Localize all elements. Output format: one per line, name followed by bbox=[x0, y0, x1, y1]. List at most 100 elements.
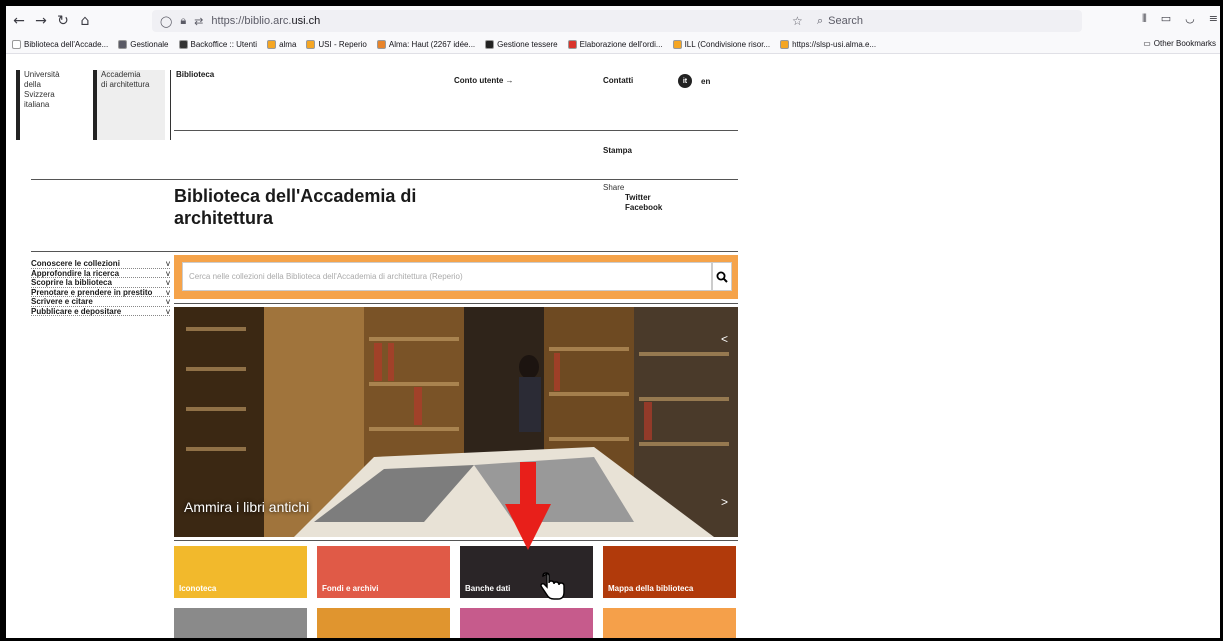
menu-icon[interactable]: ≡ bbox=[1209, 12, 1218, 26]
folder-icon: ▭ bbox=[1143, 39, 1151, 48]
bookmark-label: Alma: Haut (2267 idée... bbox=[388, 40, 476, 49]
side-menu-label: Prenotare e prendere in prestito bbox=[31, 287, 153, 297]
side-menu-label: Pubblicare e depositare bbox=[31, 306, 122, 316]
bookmark-item[interactable]: USI - Reperio bbox=[306, 40, 367, 49]
carousel-prev-button[interactable]: < bbox=[721, 332, 728, 346]
toolbar-right-icons: ⫴ ▭ ◡ ≡ bbox=[1142, 12, 1220, 26]
hand-cursor-icon bbox=[540, 572, 565, 600]
browser-search-field[interactable]: ⌕ Search bbox=[817, 10, 1075, 32]
red-arrow-annotation bbox=[505, 462, 551, 550]
browser-toolbar: ← → ↻ ⌂ ◯ 🔒︎ ⇄ https://biblio.arc.usi.ch… bbox=[6, 6, 1220, 36]
chevron-down-icon: v bbox=[166, 268, 170, 278]
bookmark-label: Elaborazione dell'ordi... bbox=[579, 40, 663, 49]
tile-label: Iconoteca bbox=[179, 584, 217, 593]
tile-0[interactable]: Iconoteca bbox=[174, 546, 307, 598]
account-link[interactable]: Conto utente → bbox=[454, 76, 514, 85]
bookmark-item[interactable]: Gestione tessere bbox=[485, 40, 558, 49]
library-icon[interactable]: ⫴ bbox=[1142, 12, 1147, 26]
share-box: Share Twitter Facebook bbox=[603, 183, 662, 213]
side-menu-label: Scrivere e citare bbox=[31, 297, 93, 306]
bookmark-item[interactable]: Alma: Haut (2267 idée... bbox=[376, 40, 476, 49]
print-link[interactable]: Stampa bbox=[603, 146, 632, 155]
university-logo[interactable]: Università della Svizzera italiana bbox=[16, 70, 81, 140]
web-page: Università della Svizzera italiana Accademi… bbox=[6, 55, 1220, 638]
forward-icon[interactable]: → bbox=[30, 10, 52, 32]
bookmark-label: ILL (Condivisione risor... bbox=[684, 40, 771, 49]
twitter-link[interactable]: Twitter bbox=[625, 193, 662, 203]
tile-row2-2[interactable] bbox=[460, 608, 593, 638]
side-menu-item[interactable]: Scoprire la biblioteca v bbox=[31, 278, 170, 288]
side-menu: Conoscere le collezioni v Approfondire la … bbox=[31, 259, 170, 316]
bookmark-favicon-icon bbox=[12, 40, 21, 49]
tile-1[interactable]: Fondi e archivi bbox=[317, 546, 450, 598]
bookmark-item[interactable]: alma bbox=[267, 40, 296, 49]
tile-row2-3[interactable] bbox=[603, 608, 736, 638]
bookmark-item[interactable]: Elaborazione dell'ordi... bbox=[567, 40, 663, 49]
home-icon[interactable]: ⌂ bbox=[74, 10, 96, 32]
back-icon[interactable]: ← bbox=[8, 10, 30, 32]
carousel-next-button[interactable]: > bbox=[721, 495, 728, 509]
chevron-down-icon: v bbox=[166, 297, 170, 306]
chevron-down-icon: v bbox=[166, 278, 170, 287]
tile-row2-0[interactable] bbox=[174, 608, 307, 638]
side-menu-item[interactable]: Pubblicare e depositare v bbox=[31, 306, 170, 316]
collection-search: Cerca nelle collezioni della Biblioteca … bbox=[174, 255, 738, 299]
bookmark-favicon-icon bbox=[567, 40, 577, 49]
tile-label: Mappa della biblioteca bbox=[608, 584, 694, 593]
side-menu-item[interactable]: Scrivere e citare v bbox=[31, 297, 170, 307]
pocket-icon[interactable]: ◡ bbox=[1185, 12, 1195, 26]
search-icon: ⌕ bbox=[817, 14, 824, 27]
reload-icon[interactable]: ↻ bbox=[52, 10, 74, 32]
content-divider bbox=[31, 251, 738, 252]
chevron-down-icon: v bbox=[166, 287, 170, 297]
bookmark-star-icon[interactable]: ☆ bbox=[792, 14, 803, 28]
hero-caption[interactable]: Ammira i libri antichi bbox=[184, 499, 309, 515]
page-title: Biblioteca dell'Accademia di architettur… bbox=[174, 186, 417, 228]
collection-search-input[interactable]: Cerca nelle collezioni della Biblioteca … bbox=[182, 262, 712, 291]
chevron-down-icon: v bbox=[166, 306, 170, 316]
bookmark-favicon-icon bbox=[780, 40, 790, 49]
bookmarks-bar: Biblioteca dell'Accade... Gestionale Backo… bbox=[6, 36, 1220, 54]
side-menu-label: Approfondire la ricerca bbox=[31, 268, 120, 278]
bookmark-favicon-icon bbox=[306, 40, 316, 49]
search-button[interactable] bbox=[712, 262, 732, 291]
header-divider bbox=[174, 130, 738, 131]
tile-row2-1[interactable] bbox=[317, 608, 450, 638]
browser-window: ← → ↻ ⌂ ◯ 🔒︎ ⇄ https://biblio.arc.usi.ch… bbox=[6, 6, 1220, 638]
side-menu-item[interactable]: Conoscere le collezioni v bbox=[31, 259, 170, 269]
other-bookmarks-folder[interactable]: ▭ Other Bookmarks bbox=[1143, 39, 1216, 48]
tile-3[interactable]: Mappa della biblioteca bbox=[603, 546, 736, 598]
facebook-link[interactable]: Facebook bbox=[625, 203, 662, 213]
contacts-link[interactable]: Contatti bbox=[603, 76, 633, 85]
hero-carousel[interactable]: Ammira i libri antichi < > bbox=[174, 307, 738, 537]
lang-en-button[interactable]: en bbox=[701, 77, 710, 86]
bookmark-item[interactable]: Biblioteca dell'Accade... bbox=[12, 40, 108, 49]
side-menu-item[interactable]: Approfondire la ricerca v bbox=[31, 268, 170, 278]
bookmark-label: Gestionale bbox=[130, 40, 169, 49]
permissions-icon: ⇄ bbox=[194, 14, 204, 28]
bookmark-item[interactable]: ILL (Condivisione risor... bbox=[672, 40, 771, 49]
tile-label: Banche dati bbox=[465, 584, 511, 593]
bookmark-item[interactable]: Backoffice :: Utenti bbox=[178, 40, 258, 49]
bookmark-label: Gestione tessere bbox=[497, 40, 558, 49]
academy-logo[interactable]: Accademia di architettura bbox=[93, 70, 165, 140]
lang-it-button[interactable]: it bbox=[678, 74, 692, 88]
url-text[interactable]: https://biblio.arc.usi.ch bbox=[211, 15, 320, 27]
share-label: Share bbox=[603, 183, 625, 192]
tile-label: Fondi e archivi bbox=[322, 584, 379, 593]
bookmark-favicon-icon bbox=[672, 40, 682, 49]
bookmark-item[interactable]: https://slsp-usi.alma.e... bbox=[780, 40, 876, 49]
other-bookmarks-label: Other Bookmarks bbox=[1153, 39, 1216, 48]
bookmark-label: Backoffice :: Utenti bbox=[190, 40, 258, 49]
side-menu-item[interactable]: Prenotare e prendere in prestito v bbox=[31, 287, 170, 297]
bookmark-item[interactable]: Gestionale bbox=[118, 40, 169, 49]
search-icon bbox=[716, 271, 728, 283]
tile-2[interactable]: Banche dati bbox=[460, 546, 593, 598]
side-menu-label: Scoprire la biblioteca bbox=[31, 278, 112, 287]
bookmark-label: alma bbox=[279, 40, 297, 49]
url-bar[interactable]: ◯ 🔒︎ ⇄ https://biblio.arc.usi.ch ☆ ⌕ Sea… bbox=[152, 10, 1082, 32]
bookmark-label: https://slsp-usi.alma.e... bbox=[792, 40, 877, 49]
bookmark-favicon-icon bbox=[376, 40, 386, 49]
sidebar-icon[interactable]: ▭ bbox=[1161, 12, 1171, 26]
bookmark-favicon-icon bbox=[267, 40, 277, 49]
